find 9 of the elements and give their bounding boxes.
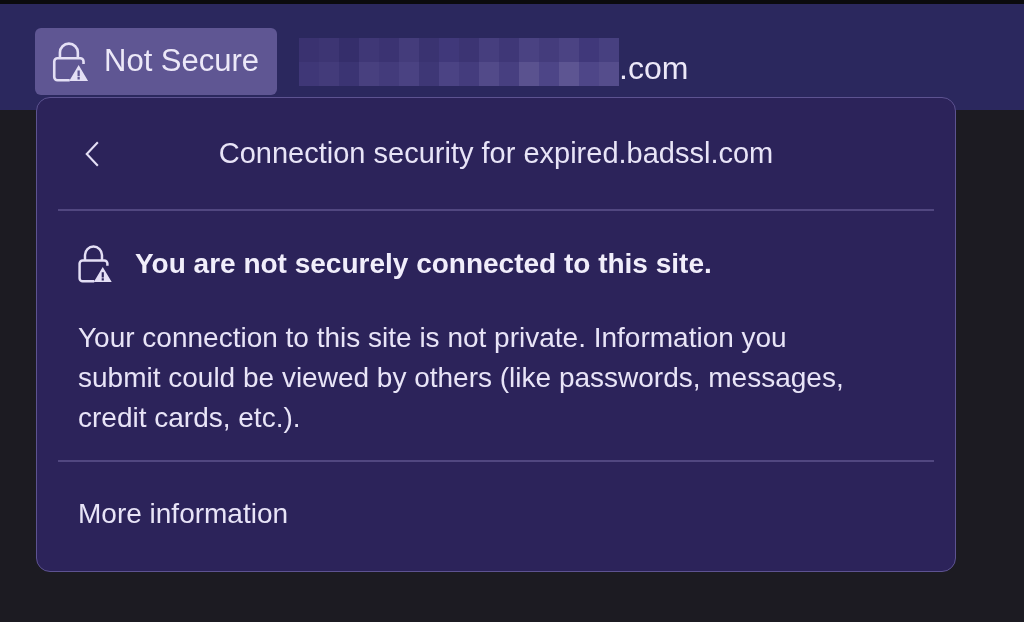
url-domain-suffix: .com bbox=[619, 49, 689, 88]
lock-warning-icon bbox=[78, 245, 113, 283]
chevron-left-icon bbox=[85, 140, 99, 167]
not-secure-button[interactable]: Not Secure bbox=[35, 28, 278, 95]
lock-warning-icon bbox=[52, 41, 90, 82]
security-description: Your connection to this site is not private. Information you submit could be viewed by others (like passwords, messages, credit cards, etc.). bbox=[78, 321, 845, 435]
security-status-heading: You are not securely connected to this site. bbox=[135, 247, 712, 281]
panel-title: Connection security for expired.badssl.com bbox=[217, 135, 775, 171]
more-information-link[interactable]: More information bbox=[78, 497, 289, 531]
